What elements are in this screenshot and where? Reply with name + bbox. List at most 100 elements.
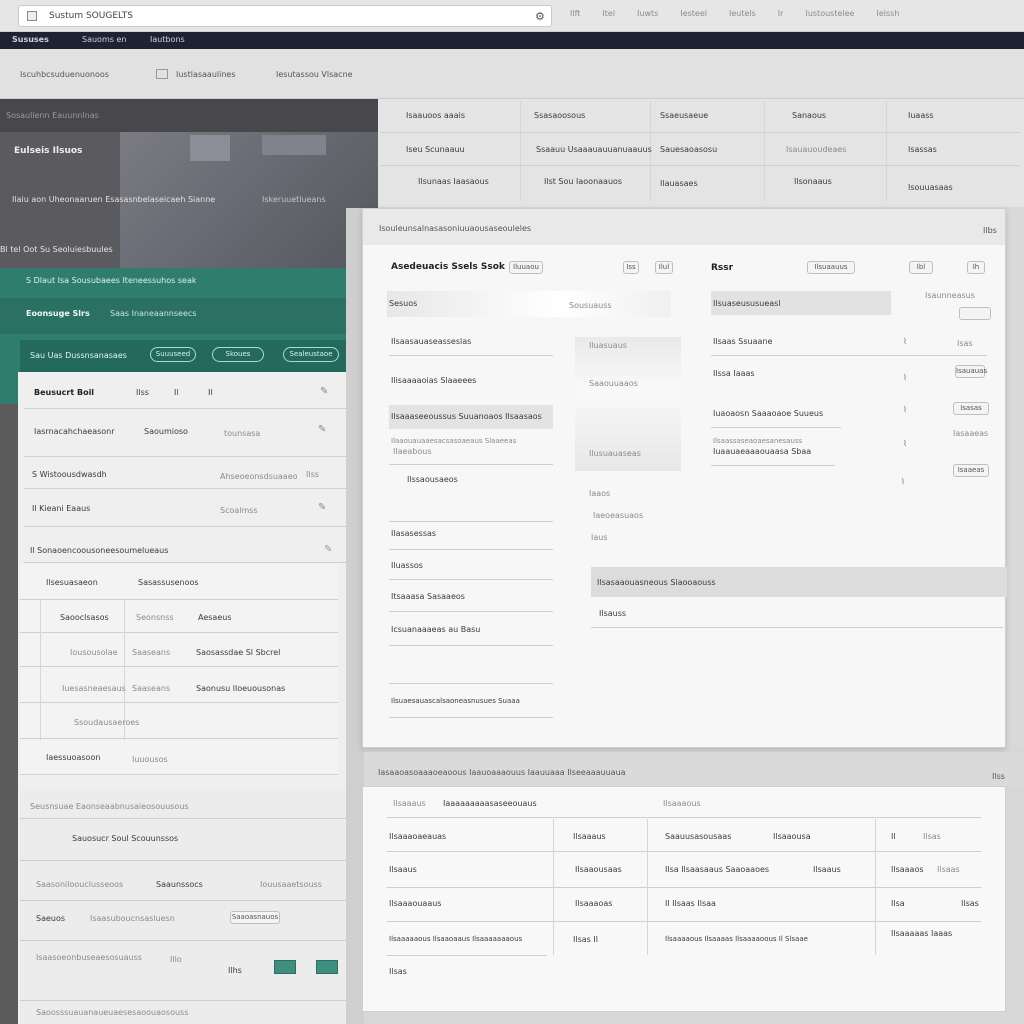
subbar-item[interactable]: Iscuhbcsuduenuonoos <box>20 70 109 79</box>
bottom-line: Sauosucr Soul Scouunssos <box>72 834 179 843</box>
tab[interactable]: Iautbons <box>150 35 185 44</box>
nav-item[interactable]: Ielssh <box>876 9 899 23</box>
slider-icon[interactable]: ⌇ <box>903 439 907 448</box>
list-item-title[interactable]: Il Sonaoencoousoneesoumelueaus <box>30 546 168 555</box>
right-row-value[interactable]: Isasas <box>953 402 989 415</box>
table-cell: Sauesaoasosu <box>660 145 718 154</box>
hero-window-2 <box>262 135 326 155</box>
nav-item[interactable]: Ilft <box>570 9 580 23</box>
dropdown-item[interactable]: Iaus <box>591 533 608 542</box>
list-item-title[interactable]: S Wistoousdwasdh <box>32 470 107 479</box>
search-field[interactable]: Sesuos Sousuauss <box>387 291 671 317</box>
right-row-value[interactable]: Isauauas <box>955 365 987 378</box>
hero-link[interactable]: Iskeruuetlueans <box>262 195 326 204</box>
bottom-line: Saaunssocs <box>156 880 203 889</box>
sub-toolbar: Iscuhbcsuduenuonoos Iustlasaaulines Iesu… <box>0 49 1024 99</box>
right-row-value: Iasaaeas <box>953 429 989 438</box>
right-row-label[interactable]: Ilsaassaseaoaesanesauss <box>713 437 802 445</box>
subtable-cell: Saosassdae Sl Sbcrel <box>196 648 281 657</box>
left-row[interactable]: Ilsaasauaseasseslas <box>391 337 471 346</box>
lower-cell: Ilsaaus <box>813 865 841 874</box>
dropdown-list[interactable]: Iluasuaus Saaouuaaos Ilusuauaseas <box>575 337 681 471</box>
filter-button[interactable]: Skoues <box>212 347 264 362</box>
lower-cell: Ilsaaousa <box>773 832 811 841</box>
right-pill[interactable] <box>959 307 991 320</box>
table-cell: Ssaauu Usaaauauuanuaauus <box>536 145 652 154</box>
hero-strip: Sosaulienn Eauunnlnas <box>0 99 378 132</box>
left-row[interactable]: Ilaeabous <box>393 447 432 456</box>
pen-icon[interactable]: ✎ <box>318 424 326 435</box>
slider-icon[interactable]: ⌇ <box>903 373 907 382</box>
left-row[interactable]: Itsaaasa Sasaaeos <box>391 592 465 601</box>
right-row-label[interactable]: Iuaoaosn Saaaoaoe Suueus <box>713 409 823 418</box>
modal-title: Isouleunsalnasasoniuuaousaseouleles <box>379 224 532 233</box>
tab[interactable]: Sususes <box>12 35 49 44</box>
subbar-item[interactable]: Iesutassou Vlsacne <box>276 70 353 79</box>
dropdown-item[interactable]: Iaaos <box>589 489 610 498</box>
table-cell: Isauauoudeaes <box>786 145 847 154</box>
hero-panel: Sosaulienn Eauunnlnas Eulseis Ilsuos Ila… <box>0 99 378 269</box>
nav-item[interactable]: Iuwts <box>637 9 658 23</box>
subtable-cell: Iuesasneaesaus <box>62 684 126 693</box>
slider-icon[interactable]: ⌇ <box>903 337 907 346</box>
status-badge: Iluuaou <box>509 261 543 274</box>
lower-cell: Ilsaaaoaeauas <box>389 832 447 841</box>
subtable-cell: Aesaeus <box>198 613 232 622</box>
small-badge[interactable]: Iss <box>623 261 639 274</box>
green-row-1: S Dlaut Isa Sousubaees Iteneessuhos seak <box>26 276 197 285</box>
list-item-value: Ilss <box>306 470 319 479</box>
subbar-item[interactable]: Iustlasaaulines <box>176 70 236 79</box>
list-item-title[interactable]: Beusucrt Boil <box>34 388 94 397</box>
teal-button[interactable] <box>274 960 296 974</box>
dropdown-item[interactable]: Iluasuaus <box>589 341 627 350</box>
dropdown-item[interactable]: Ilusuauaseas <box>589 449 641 458</box>
subtable-head: Ilsesuasaeon <box>46 578 98 587</box>
right-row-label[interactable]: Iuaauaeaaaouaasa Sbaa <box>713 447 811 456</box>
hero-window-1 <box>190 135 230 161</box>
dropdown-item[interactable]: Iaeoeasuaos <box>593 511 643 520</box>
small-badge[interactable]: Ih <box>967 261 985 274</box>
left-row[interactable]: Ilaaouauaaesacsasoaeaus Slaaeeas <box>391 437 516 445</box>
slider-icon[interactable]: ⌇ <box>901 477 905 486</box>
pen-icon[interactable]: ✎ <box>324 544 332 555</box>
dropdown-item[interactable]: Saaouuaaos <box>589 379 638 388</box>
left-row[interactable]: Ilsuaesauascalsaoneasnusues Suaaa <box>391 697 520 705</box>
nav-item[interactable]: Itel <box>602 9 615 23</box>
app-tabbar: Sususes Sauoms en Iautbons <box>0 32 1024 49</box>
slider-icon[interactable]: ⌇ <box>903 405 907 414</box>
left-row-highlight[interactable]: Ilsaaaseeoussus Suuanoaos Ilsaasaos <box>389 405 553 429</box>
teal-button[interactable] <box>316 960 338 974</box>
tab[interactable]: Sauoms en <box>82 35 126 44</box>
lower-panel-header: Iasaaoasoaaaoeaoous Iaauoaaaouus Iaauuaa… <box>364 752 1024 786</box>
address-bar[interactable]: Sustum SOUGELTS ⚙ <box>18 5 552 27</box>
nav-item[interactable]: Iesteel <box>680 9 707 23</box>
pen-icon[interactable]: ✎ <box>318 502 326 513</box>
small-badge[interactable]: Ibl <box>909 261 933 274</box>
section-value: Ilsauss <box>599 609 627 618</box>
filter-button[interactable]: Sealeustaoe <box>283 347 339 362</box>
bottom-line: Saeuos <box>36 914 66 923</box>
list-item-value: Ilss <box>136 388 149 397</box>
right-row-label[interactable]: Ilsaas Ssuaane <box>713 337 772 346</box>
right-row-label[interactable]: Ilssa Iaaas <box>713 369 755 378</box>
bottom-pill[interactable]: Saaoasnauos <box>230 911 280 924</box>
right-field[interactable]: Ilsuaseususueasl <box>711 291 891 315</box>
section-bar: Ilsasaaouasneous Slaooaouss <box>591 567 1007 597</box>
small-badge[interactable]: Ilul <box>655 261 673 274</box>
left-row[interactable]: Ilasasessas <box>391 529 436 538</box>
right-row-value[interactable]: Isaaeas <box>953 464 989 477</box>
left-row[interactable]: Iluassos <box>391 561 423 570</box>
list-item-title[interactable]: Iasrnacahchaeasonr <box>34 427 115 436</box>
nav-item[interactable]: Ir <box>778 9 784 23</box>
nav-item[interactable]: Ieutels <box>729 9 756 23</box>
left-row[interactable]: Ilisaaaaoias Slaaeees <box>391 376 476 385</box>
pen-icon[interactable]: ✎ <box>320 386 328 397</box>
settings-icon[interactable]: ⚙ <box>535 10 545 23</box>
nav-item[interactable]: Iustoustelee <box>805 9 854 23</box>
table-cell: Isassas <box>908 145 937 154</box>
bottom-line: Isaasuboucnsasluesn <box>90 914 175 923</box>
left-row[interactable]: Ilssaousaeos <box>407 475 458 484</box>
left-row[interactable]: Icsuanaaaeas au Basu <box>391 625 480 634</box>
list-item-title[interactable]: Il Kieani Eaaus <box>32 504 90 513</box>
filter-button[interactable]: Suuuseed <box>150 347 196 362</box>
